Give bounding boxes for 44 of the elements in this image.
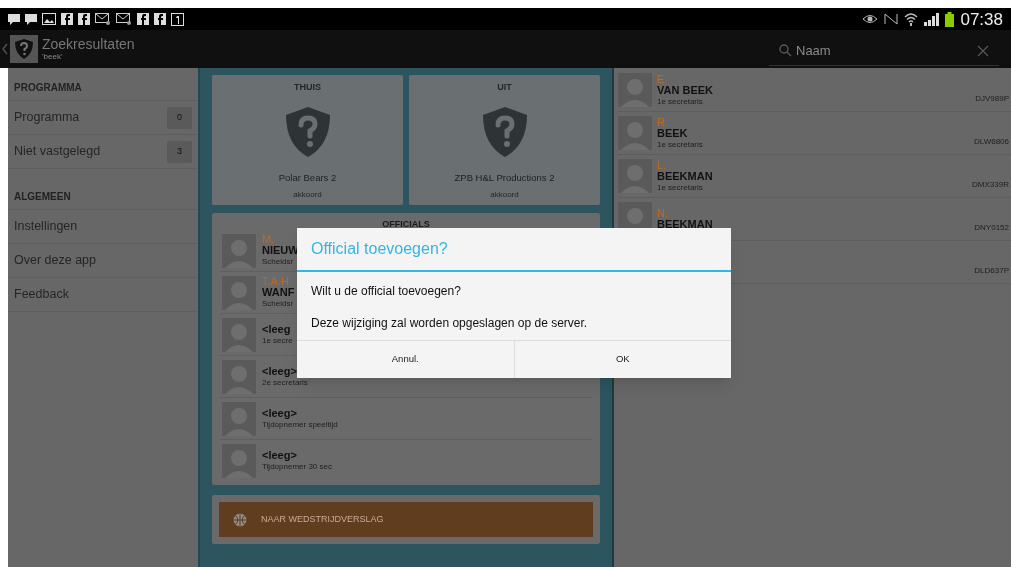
dialog-note: Deze wijziging zal worden opgeslagen op de server. (310, 315, 589, 332)
dialog-message: Wilt u de official toevoegen? (310, 283, 462, 300)
result-code: DLD637P (974, 265, 1009, 277)
official-role: 2e secretaris (262, 377, 308, 388)
official-role: Tijdopnemer speeltijd (262, 419, 338, 430)
count-badge: 3 (167, 140, 192, 163)
official-name: <leeg> (262, 365, 298, 377)
team-name: Polar Bears 2 (278, 170, 337, 185)
result-name: VAN BEEK (657, 84, 715, 96)
screen-subtitle: 'beek' (42, 53, 64, 61)
result-code: DMX339R (972, 179, 1009, 191)
result-code: DNY0152 (974, 222, 1009, 234)
team-side-label: THUIS (294, 81, 321, 94)
official-name: WANF (262, 287, 295, 298)
result-initials: E. (657, 73, 669, 85)
team-status: akkoord (293, 188, 322, 201)
result-role: 1e secretaris (657, 95, 704, 107)
result-role: 1e secretaris (657, 138, 704, 150)
official-name: <leeg> (262, 450, 298, 461)
result-role: 1e secretaris (657, 181, 704, 193)
result-initials: N. (657, 208, 669, 219)
result-code: DJV989P (975, 93, 1009, 105)
official-name: NIEUW (262, 245, 299, 256)
official-initials: M. (262, 234, 276, 245)
clock-time: 07:38 (960, 10, 1003, 28)
official-role: Scheidsr (262, 298, 295, 309)
result-initials: L. (657, 159, 668, 171)
team-name: ZPB H&L Productions 2 (454, 170, 555, 185)
result-name: BEEKMAN (657, 219, 714, 230)
team-status: akkoord (490, 188, 519, 201)
official-role: Scheidsr (262, 256, 295, 267)
result-name: BEEK (657, 127, 689, 139)
official-initials: T.A.H (262, 276, 290, 287)
result-code: DLW6806 (974, 136, 1009, 148)
result-initials: R. (657, 116, 669, 128)
official-role: 1e secre (262, 335, 293, 346)
officials-heading: OFFICIALS (381, 218, 431, 230)
team-side-label: UIT (497, 81, 512, 94)
result-name: BEEKMAN (657, 170, 714, 182)
count-badge: 0 (167, 106, 192, 129)
official-name: <leeg (262, 323, 292, 335)
screen-title: Zoekresultaten (42, 37, 135, 51)
official-name: <leeg> (262, 407, 298, 419)
dialog-title: Official toevoegen? (297, 228, 731, 272)
